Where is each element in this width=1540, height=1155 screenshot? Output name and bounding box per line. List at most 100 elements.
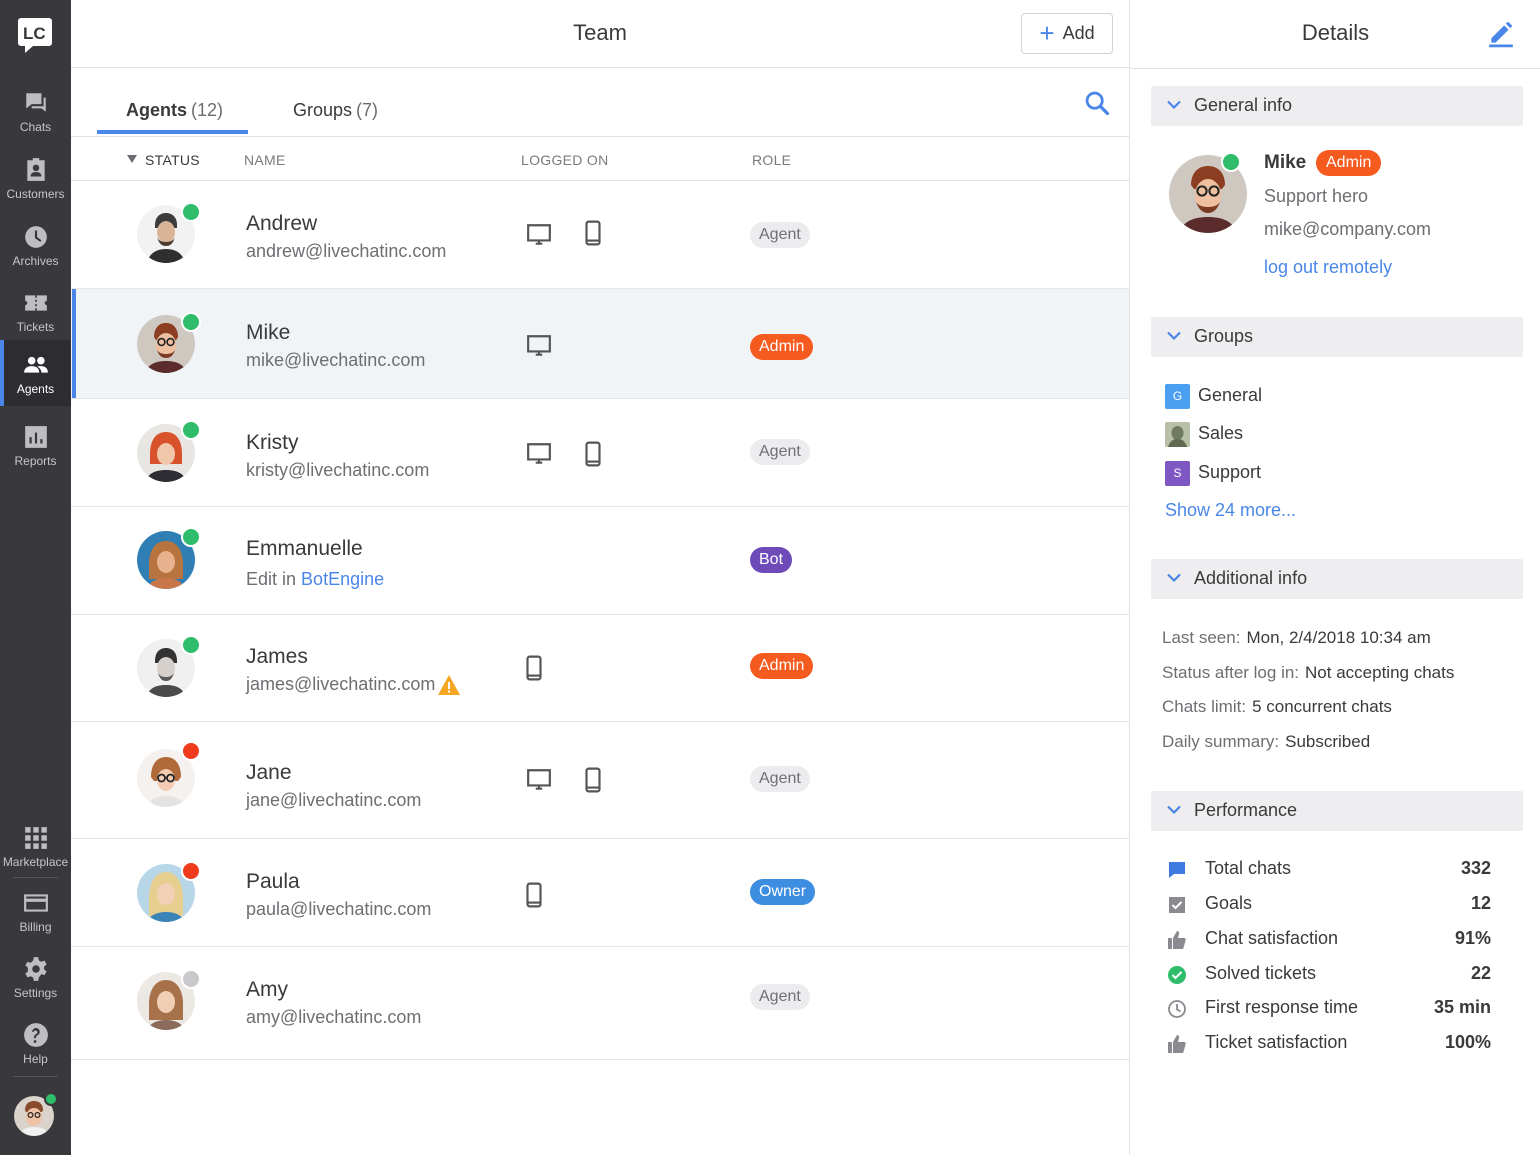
nav-item-customers[interactable]: Customers bbox=[0, 145, 71, 211]
perf-chat-satisfaction: Chat satisfaction 91% bbox=[1167, 928, 1491, 952]
warning-icon[interactable] bbox=[437, 674, 461, 696]
nav-label: Settings bbox=[13, 986, 58, 1000]
plus-icon: + bbox=[1039, 17, 1055, 48]
nav-item-tickets[interactable]: Tickets bbox=[0, 278, 71, 344]
nav-label: Reports bbox=[14, 454, 57, 468]
nav-item-marketplace[interactable]: Marketplace bbox=[0, 813, 71, 879]
livechat-logo[interactable]: LC bbox=[17, 16, 53, 54]
table-row[interactable]: Kristy kristy@livechatinc.com Agent bbox=[71, 399, 1129, 507]
nav-item-settings[interactable]: Settings bbox=[0, 944, 71, 1010]
nav-label: Tickets bbox=[16, 320, 55, 334]
nav-label: Help bbox=[23, 1052, 48, 1066]
nav-item-help[interactable]: Help bbox=[0, 1010, 71, 1076]
table-row[interactable]: Emmanuelle Edit in BotEngine Bot bbox=[71, 507, 1129, 615]
role-badge: Admin bbox=[750, 653, 814, 679]
thumbs-up-icon bbox=[1168, 1035, 1186, 1053]
role-badge: Agent bbox=[750, 766, 810, 792]
profile-job-title: Support hero bbox=[1264, 186, 1369, 206]
nav-item-archives[interactable]: Archives bbox=[0, 212, 71, 278]
status-dot bbox=[181, 635, 201, 655]
status-dot bbox=[181, 741, 201, 761]
agents-icon bbox=[23, 356, 48, 373]
table-row[interactable]: James james@livechatinc.com Admin bbox=[71, 615, 1129, 722]
agent-email: andrew@livechatinc.com bbox=[246, 241, 447, 261]
add-agent-button[interactable]: + Add bbox=[1021, 13, 1113, 54]
nav-item-chats[interactable]: Chats bbox=[0, 78, 71, 144]
details-title: Details bbox=[1301, 20, 1370, 45]
mobile-icon bbox=[585, 767, 601, 793]
clock-icon bbox=[1168, 1000, 1186, 1018]
details-divider bbox=[1130, 68, 1540, 69]
botengine-link[interactable]: BotEngine bbox=[301, 569, 384, 589]
section-groups[interactable]: Groups bbox=[1151, 317, 1523, 357]
nav-item-agents[interactable]: Agents bbox=[0, 340, 71, 406]
table-row[interactable]: Paula paula@livechatinc.com Owner bbox=[71, 839, 1129, 947]
perf-total-chats: Total chats 332 bbox=[1167, 858, 1491, 882]
section-performance[interactable]: Performance bbox=[1151, 791, 1523, 831]
tab-count: (7) bbox=[356, 100, 379, 120]
team-tabs: Agents (12) Groups (7) bbox=[71, 69, 1129, 137]
role-badge: Agent bbox=[750, 984, 810, 1010]
nav-label: Agents bbox=[16, 382, 55, 396]
table-row[interactable]: Jane jane@livechatinc.com Agent bbox=[71, 722, 1129, 839]
group-label: Sales bbox=[1198, 423, 1244, 443]
thumbs-up-icon bbox=[1168, 931, 1186, 949]
role-badge: Owner bbox=[750, 879, 816, 905]
agent-email: mike@livechatinc.com bbox=[246, 350, 426, 370]
help-icon bbox=[23, 1023, 48, 1047]
desktop-icon bbox=[527, 335, 551, 356]
mobile-icon bbox=[585, 220, 601, 246]
nav-label: Archives bbox=[12, 254, 59, 268]
section-title: Groups bbox=[1194, 326, 1254, 346]
chat-icon bbox=[25, 93, 46, 112]
info-chats-limit: Chats limit: 5 concurrent chats bbox=[1162, 697, 1392, 716]
nav-label: Billing bbox=[19, 920, 52, 934]
section-additional-info[interactable]: Additional info bbox=[1151, 559, 1523, 599]
nav-item-billing[interactable]: Billing bbox=[0, 878, 71, 944]
show-more-groups-link[interactable]: Show 24 more... bbox=[1165, 500, 1296, 521]
section-title: Additional info bbox=[1194, 568, 1308, 588]
agent-name: Jane bbox=[246, 761, 292, 784]
column-role[interactable]: ROLE bbox=[752, 152, 791, 168]
desktop-icon bbox=[527, 769, 551, 790]
info-status-after-login: Status after log in: Not accepting chats bbox=[1162, 663, 1455, 682]
ticket-icon bbox=[24, 295, 47, 311]
chevron-down-icon bbox=[1167, 100, 1181, 110]
mobile-icon bbox=[526, 882, 542, 908]
agent-email: james@livechatinc.com bbox=[246, 674, 436, 694]
tab-label: Agents bbox=[126, 100, 188, 120]
column-name[interactable]: NAME bbox=[244, 152, 286, 168]
section-general-info[interactable]: General info bbox=[1151, 86, 1523, 126]
table-row[interactable]: Mike mike@livechatinc.com Admin bbox=[71, 289, 1129, 399]
profile-email: mike@company.com bbox=[1264, 219, 1431, 239]
info-last-seen: Last seen: Mon, 2/4/2018 10:34 am bbox=[1162, 628, 1431, 647]
table-row[interactable]: Amy amy@livechatinc.com Agent bbox=[71, 947, 1129, 1060]
column-logged-on[interactable]: LOGGED ON bbox=[521, 152, 609, 168]
group-label: Support bbox=[1198, 462, 1262, 482]
status-dot bbox=[181, 969, 201, 989]
tab-agents[interactable]: Agents (12) bbox=[126, 100, 223, 121]
agent-email: kristy@livechatinc.com bbox=[246, 460, 430, 480]
add-label: Add bbox=[1062, 23, 1095, 43]
agent-name: Paula bbox=[246, 870, 300, 893]
perf-first-response-time: First response time 35 min bbox=[1167, 997, 1491, 1021]
log-out-remotely-link[interactable]: log out remotely bbox=[1264, 257, 1392, 278]
chat-bubble-icon bbox=[1169, 862, 1185, 878]
search-icon[interactable] bbox=[1083, 89, 1111, 117]
table-row[interactable]: Andrew andrew@livechatinc.com Agent bbox=[71, 182, 1129, 289]
status-dot bbox=[181, 527, 201, 547]
sort-down-icon[interactable] bbox=[127, 155, 137, 163]
tab-groups[interactable]: Groups (7) bbox=[293, 100, 378, 121]
section-title: General info bbox=[1194, 95, 1293, 115]
edit-pencil-icon[interactable] bbox=[1488, 20, 1514, 48]
column-status[interactable]: STATUS bbox=[145, 152, 200, 168]
team-panel: Team + Add Agents (12) Groups (7) STATUS N… bbox=[71, 0, 1129, 1155]
group-label: General bbox=[1198, 385, 1263, 405]
page-title: Team bbox=[573, 20, 627, 45]
svg-text:LC: LC bbox=[23, 24, 46, 43]
agent-name: James bbox=[246, 645, 308, 668]
chevron-down-icon bbox=[1167, 331, 1181, 341]
nav-item-reports[interactable]: Reports bbox=[0, 412, 71, 478]
current-user-avatar[interactable] bbox=[14, 1092, 58, 1136]
tab-count: (12) bbox=[191, 100, 224, 120]
